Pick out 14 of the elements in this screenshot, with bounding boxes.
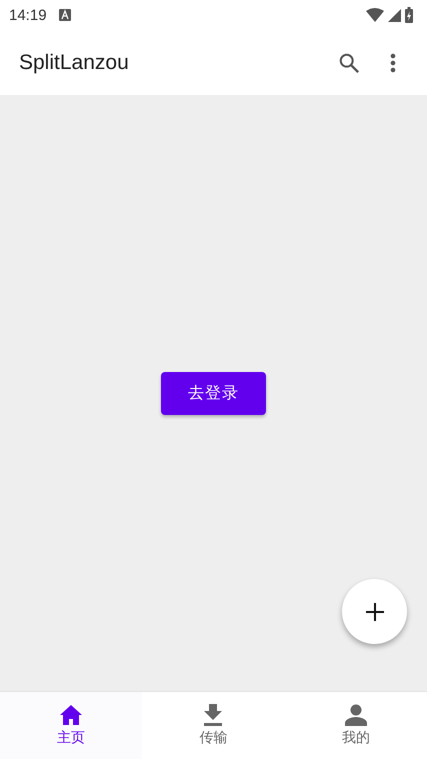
nav-tab[interactable]: 主页: [0, 692, 142, 759]
download-icon: [203, 704, 224, 726]
notification-icon: [58, 9, 71, 21]
search-icon: [338, 52, 360, 74]
wifi-icon: [366, 8, 384, 22]
battery-icon: [405, 7, 413, 23]
more-icon: [390, 52, 396, 72]
status-time: 14:19: [9, 6, 47, 24]
signal-icon: [388, 8, 401, 22]
login-button[interactable]: 去登录: [161, 372, 266, 414]
app-title: SplitLanzou: [19, 50, 130, 74]
home-icon: [59, 704, 84, 726]
plus-icon: [364, 602, 384, 622]
person-icon: [344, 704, 367, 726]
